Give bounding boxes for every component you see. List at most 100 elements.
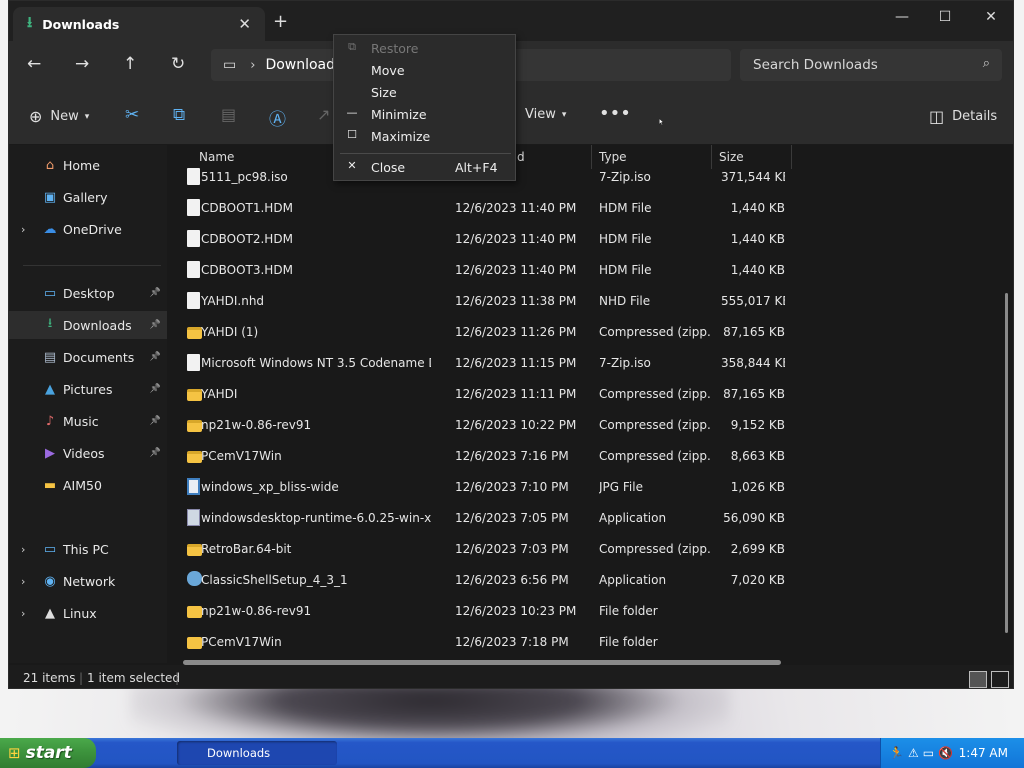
installer-icon — [187, 509, 200, 526]
tab-close-icon[interactable]: ✕ — [238, 15, 251, 33]
tiles-view-icon[interactable] — [991, 671, 1009, 688]
file-name: CDBOOT1.HDM — [201, 201, 293, 215]
vertical-scrollbar[interactable] — [1005, 293, 1008, 633]
table-row[interactable]: np21w-0.86-rev91 12/6/2023 10:22 PM Compre… — [181, 410, 791, 441]
paste-icon[interactable]: ▤ — [221, 105, 236, 124]
maximize-window-button[interactable]: ☐ — [922, 5, 968, 29]
file-name: RetroBar.64-bit — [201, 542, 292, 556]
sidebar-item-aim50[interactable]: ▬ AIM50 — [9, 471, 167, 499]
table-row[interactable]: Microsoft Windows NT 3.5 Codename D... 12… — [181, 348, 791, 379]
sidebar-item-home[interactable]: ⌂ Home — [9, 151, 167, 179]
sidebar-item-gallery[interactable]: ▣ Gallery — [9, 183, 167, 211]
warning-icon[interactable]: ⚠ — [908, 746, 919, 760]
folder-icon — [187, 637, 202, 649]
menu-item-minimize[interactable]: — Minimize — [334, 103, 515, 125]
cut-icon[interactable]: ✂ — [125, 105, 139, 125]
minimize-window-button[interactable]: — — [879, 5, 925, 29]
file-type: Compressed (zipp... — [599, 449, 711, 463]
chevron-right-icon[interactable]: › — [21, 575, 25, 588]
menu-item-size[interactable]: Size — [334, 81, 515, 103]
file-date: 12/6/2023 7:18 PM — [455, 635, 569, 649]
volume-muted-icon[interactable]: 🔇 — [938, 746, 953, 760]
table-row[interactable]: windows_xp_bliss-wide 12/6/2023 7:10 PM JP… — [181, 472, 791, 503]
menu-item-move[interactable]: Move — [334, 59, 515, 81]
details-button[interactable]: ◫ Details — [929, 107, 997, 126]
tab-downloads[interactable]: ⭳ Downloads ✕ — [13, 7, 265, 41]
chevron-right-icon[interactable]: › — [21, 223, 25, 236]
file-name: PCemV17Win — [201, 635, 282, 649]
file-name: ClassicShellSetup_4_3_1 — [201, 573, 348, 587]
table-row[interactable]: ClassicShellSetup_4_3_1 12/6/2023 6:56 PM… — [181, 565, 791, 596]
file-list: Name d Type Size 5111_pc98.iso43 PM7-Zip… — [167, 145, 1013, 665]
menu-item-shortcut: Alt+F4 — [455, 160, 498, 175]
sidebar-item-this-pc[interactable]: › ▭ This PC — [9, 535, 167, 563]
new-button[interactable]: ⊕ New ▾ — [29, 107, 89, 126]
file-date: 12/6/2023 6:56 PM — [455, 573, 569, 587]
sidebar-item-desktop[interactable]: ▭ Desktop 📌 — [9, 279, 167, 307]
chevron-right-icon[interactable]: › — [21, 607, 25, 620]
taskbar-item-downloads[interactable]: Downloads — [177, 741, 337, 765]
sidebar-item-videos[interactable]: ▶ Videos 📌 — [9, 439, 167, 467]
linux-icon: ▲ — [45, 605, 55, 621]
start-button[interactable]: ⊞ start — [0, 738, 96, 768]
file-date: 12/6/2023 7:10 PM — [455, 480, 569, 494]
table-row[interactable]: PCemV17Win 12/6/2023 7:18 PM File folder — [181, 627, 791, 658]
details-view-icon[interactable] — [969, 671, 987, 688]
sidebar-item-network[interactable]: › ◉ Network — [9, 567, 167, 595]
chevron-right-icon[interactable]: › — [21, 543, 25, 556]
table-row[interactable]: RetroBar.64-bit 12/6/2023 7:03 PM Compress… — [181, 534, 791, 565]
menu-item-label: Maximize — [371, 129, 431, 144]
details-pane-icon: ◫ — [929, 107, 945, 126]
menu-separator — [340, 153, 511, 154]
table-row[interactable]: PCemV17Win 12/6/2023 7:16 PM Compressed (z… — [181, 441, 791, 472]
sidebar-item-pictures[interactable]: ▲ Pictures 📌 — [9, 375, 167, 403]
new-tab-icon[interactable]: + — [273, 11, 288, 32]
rename-icon[interactable]: Ⓐ — [269, 105, 286, 130]
file-type: File folder — [599, 604, 658, 618]
menu-item-maximize[interactable]: ☐ Maximize — [334, 125, 515, 147]
file-date: 12/6/2023 11:26 PM — [455, 325, 577, 339]
network-status-icon[interactable]: ▭ — [923, 746, 934, 760]
table-row[interactable]: YAHDI 12/6/2023 11:11 PM Compressed (zipp.… — [181, 379, 791, 410]
table-row[interactable]: np21w-0.86-rev91 12/6/2023 10:23 PM File f… — [181, 596, 791, 627]
table-row[interactable]: CDBOOT3.HDM 12/6/2023 11:40 PM HDM File 1,4… — [181, 255, 791, 286]
column-separator[interactable] — [791, 145, 792, 169]
view-label: View — [525, 107, 556, 122]
close-window-button[interactable]: ✕ — [968, 5, 1013, 29]
chevron-down-icon: ▾ — [84, 111, 90, 122]
pin-icon: 📌 — [149, 448, 161, 458]
sidebar-item-documents[interactable]: ▤ Documents 📌 — [9, 343, 167, 371]
sidebar-item-label: Desktop — [63, 285, 115, 301]
menu-item-close[interactable]: ✕ Close Alt+F4 — [334, 156, 515, 178]
copy-icon[interactable]: ⧉ — [173, 105, 185, 125]
tab-title: Downloads — [42, 16, 120, 32]
network-icon: ◉ — [44, 573, 56, 589]
running-man-icon[interactable]: 🏃 — [889, 746, 904, 760]
sidebar-item-label: AIM50 — [63, 477, 102, 493]
table-row[interactable]: YAHDI.nhd 12/6/2023 11:38 PM NHD File 555,0… — [181, 286, 791, 317]
share-icon[interactable]: ↗ — [317, 105, 330, 124]
table-row[interactable]: CDBOOT1.HDM 12/6/2023 11:40 PM HDM File 1,4… — [181, 193, 791, 224]
sidebar-item-linux[interactable]: › ▲ Linux — [9, 599, 167, 627]
sidebar-item-label: Downloads — [63, 317, 132, 333]
forward-arrow-icon[interactable]: → — [75, 54, 89, 74]
table-row[interactable]: CDBOOT2.HDM 12/6/2023 11:40 PM HDM File 1,4… — [181, 224, 791, 255]
search-icon: ⌕ — [982, 56, 990, 71]
zip-folder-icon — [187, 389, 202, 401]
more-options-icon[interactable]: ••• — [599, 103, 631, 124]
sidebar-item-label: Videos — [63, 445, 105, 461]
pin-icon: 📌 — [149, 352, 161, 362]
view-button[interactable]: View ▾ — [525, 107, 566, 122]
table-row[interactable]: YAHDI (1) 12/6/2023 11:26 PM Compressed (z… — [181, 317, 791, 348]
sidebar-item-music[interactable]: ♪ Music 📌 — [9, 407, 167, 435]
sidebar-item-onedrive[interactable]: › ☁ OneDrive — [9, 215, 167, 243]
up-arrow-icon[interactable]: ↑ — [123, 54, 137, 74]
search-input[interactable]: Search Downloads ⌕ — [740, 49, 1002, 81]
sidebar-item-downloads[interactable]: ⭳ Downloads 📌 — [9, 311, 167, 339]
table-row[interactable]: windowsdesktop-runtime-6.0.25-win-x64 12/… — [181, 503, 791, 534]
back-arrow-icon[interactable]: ← — [27, 54, 41, 74]
refresh-icon[interactable]: ↻ — [171, 54, 185, 74]
file-name: PCemV17Win — [201, 449, 282, 463]
file-type: NHD File — [599, 294, 651, 308]
sidebar-item-label: Gallery — [63, 189, 108, 205]
